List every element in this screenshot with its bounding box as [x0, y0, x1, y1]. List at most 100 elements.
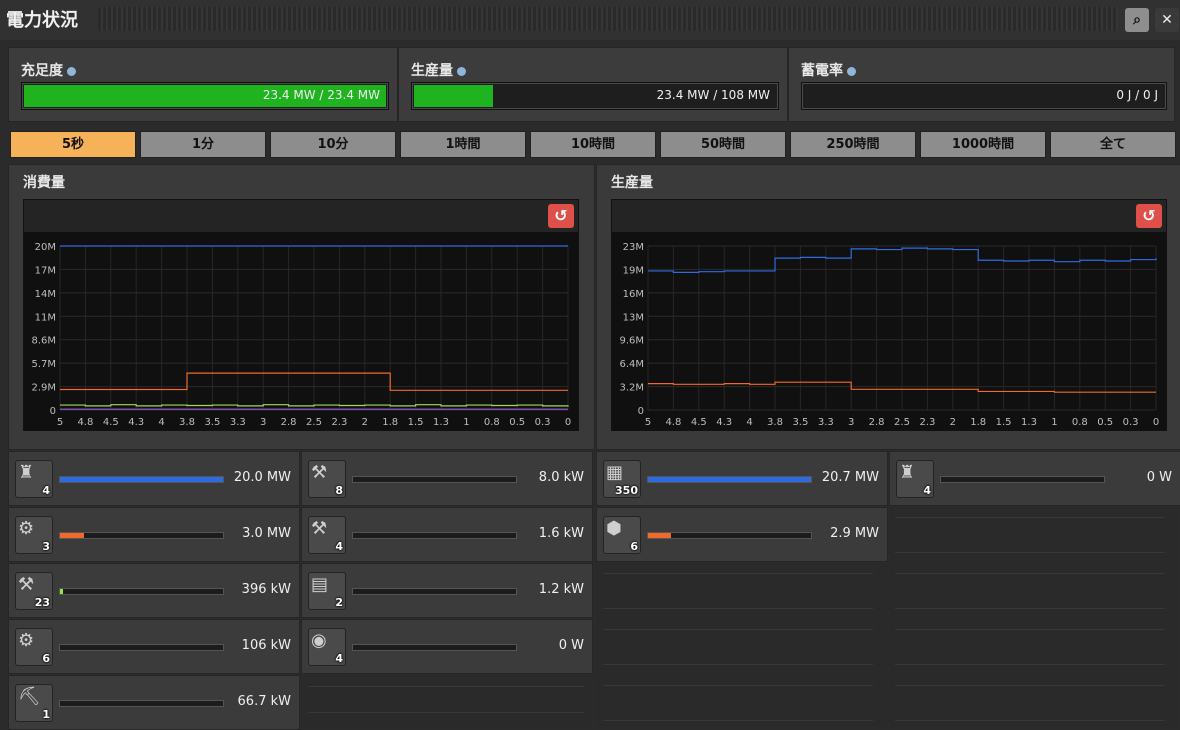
consumption-xtick-label: 0.5 — [509, 417, 525, 428]
tab-0[interactable]: 5秒 — [10, 131, 136, 158]
entity-count: 6 — [630, 540, 638, 553]
window-titlebar[interactable]: 電力状況 ⌕ ✕ — [0, 0, 1180, 40]
consumption-xtick-label: 1 — [463, 417, 469, 428]
tab-1[interactable]: 1分 — [140, 131, 266, 158]
consumption-chart: 20M17M14M11M8.6M5.7M2.9M05 4.8 4.5 4.3 4 3.8 3… — [31, 242, 571, 428]
satisfaction-label: 充足度 — [21, 60, 76, 80]
tab-4[interactable]: 10時間 — [530, 131, 656, 158]
power-value: 66.7 kW — [237, 694, 291, 709]
steam-engine-icon-glyph: ♜ — [899, 462, 916, 483]
accumulator-bar: 0 J / 0 J — [801, 82, 1167, 110]
inserter-icon[interactable]: ⚒ 8 — [308, 460, 346, 498]
title-drag-handle[interactable] — [98, 7, 1118, 31]
usage-bar-fill — [60, 589, 63, 594]
fast-inserter-icon[interactable]: ⚒ 4 — [308, 516, 346, 554]
consumption-xtick-label: 1.8 — [382, 417, 398, 428]
consumption-ytick-label: 14M — [35, 289, 56, 300]
tab-5[interactable]: 50時間 — [660, 131, 786, 158]
production-ytick-label: 9.6M — [619, 336, 644, 347]
accumulator-value: 0 J / 0 J — [1116, 88, 1158, 102]
consumer-row[interactable]: ⚙ 6 106 kW — [8, 619, 300, 674]
producer-row[interactable]: ▦ 350 20.7 MW — [596, 451, 888, 506]
power-value: 106 kW — [241, 638, 291, 653]
consumer-row[interactable]: ⚒ 4 1.6 kW — [301, 507, 593, 562]
tab-7[interactable]: 1000時間 — [920, 131, 1046, 158]
window-title: 電力状況 — [6, 10, 78, 31]
empty-row-divider — [895, 517, 1165, 518]
entity-count: 3 — [42, 540, 50, 553]
usage-bar — [352, 588, 517, 595]
consumption-ytick-label: 8.6M — [31, 336, 56, 347]
consumer-row[interactable]: ⚒ 8 8.0 kW — [301, 451, 593, 506]
production-ytick-label: 3.2M — [619, 383, 644, 394]
production-panel: 生産量 23.4 MW / 108 MW — [398, 47, 788, 122]
empty-row-divider — [895, 664, 1165, 665]
empty-row-divider — [603, 608, 873, 609]
info-icon[interactable] — [457, 66, 466, 76]
consumption-xtick-label: 4 — [158, 417, 164, 428]
usage-bar — [59, 644, 224, 651]
consumption-xtick-label: 4.5 — [103, 417, 119, 428]
assembler-icon-glyph: ⚙ — [18, 630, 35, 651]
consumption-xtick-label: 0.3 — [535, 417, 551, 428]
long-inserter-icon[interactable]: ⚒ 23 — [15, 572, 53, 610]
producer-row[interactable]: ♜ 4 0 W — [889, 451, 1180, 506]
production-xtick-label: 3 — [848, 417, 854, 428]
producer-row[interactable]: ⬢ 6 2.9 MW — [596, 507, 888, 562]
production-xtick-label: 2.8 — [869, 417, 885, 428]
consumer-row[interactable]: ▤ 2 1.2 kW — [301, 563, 593, 618]
production-xtick-label: 1.8 — [970, 417, 986, 428]
accumulator-icon-glyph: ⬢ — [606, 518, 622, 539]
long-inserter-icon-glyph: ⚒ — [18, 574, 35, 595]
production-xtick-label: 4.8 — [665, 417, 681, 428]
producer-empty-area — [596, 563, 888, 727]
consumer-row[interactable]: ♜ 4 20.0 MW — [8, 451, 300, 506]
production-xtick-label: 1.5 — [996, 417, 1012, 428]
info-icon[interactable] — [847, 66, 856, 76]
satisfaction-bar: 23.4 MW / 23.4 MW — [21, 82, 389, 110]
consumption-panel: 消費量 ↺ 20M 17M 14M 11M 8.6M 5.7M 2.9M 0 5 4.8 4.5 4.… — [8, 164, 595, 450]
entity-count: 4 — [335, 652, 343, 665]
empty-row-divider — [308, 686, 584, 687]
tab-8[interactable]: 全て — [1050, 131, 1176, 158]
power-value: 2.9 MW — [830, 526, 879, 541]
mining-drill-icon[interactable]: ⛏ 1 — [15, 684, 53, 722]
consumption-title: 消費量 — [23, 175, 65, 191]
reset-icon[interactable]: ↺ — [1136, 204, 1162, 228]
consumption-ytick-label: 5.7M — [31, 359, 56, 370]
close-icon[interactable]: ✕ — [1155, 8, 1179, 32]
assembler-icon[interactable]: ⚙ 6 — [15, 628, 53, 666]
info-icon[interactable] — [67, 66, 76, 76]
lab-icon[interactable]: ⚙ 3 — [15, 516, 53, 554]
engine-icon-glyph: ♜ — [18, 462, 35, 483]
tab-6[interactable]: 250時間 — [790, 131, 916, 158]
accumulator-panel: 蓄電率 0 J / 0 J — [788, 47, 1175, 122]
usage-bar-fill — [648, 533, 671, 538]
production-value: 23.4 MW / 108 MW — [656, 88, 770, 102]
production-label-text: 生産量 — [411, 63, 453, 79]
roboport-icon[interactable]: ▤ 2 — [308, 572, 346, 610]
consumer-row[interactable]: ⚙ 3 3.0 MW — [8, 507, 300, 562]
radar-icon[interactable]: ◉ 4 — [308, 628, 346, 666]
power-value: 3.0 MW — [242, 526, 291, 541]
accumulator-icon[interactable]: ⬢ 6 — [603, 516, 641, 554]
entity-count: 2 — [335, 596, 343, 609]
accumulator-label-text: 蓄電率 — [801, 63, 843, 79]
production-ytick-label: 16M — [623, 289, 644, 300]
engine-icon[interactable]: ♜ 4 — [15, 460, 53, 498]
production-ytick-label: 13M — [623, 312, 644, 323]
consumption-ytick-label: 0 — [50, 406, 56, 417]
consumer-row[interactable]: ⚒ 23 396 kW — [8, 563, 300, 618]
consumer-row[interactable]: ⛏ 1 66.7 kW — [8, 675, 300, 730]
production-ytick-label: 6.4M — [619, 359, 644, 370]
reset-icon[interactable]: ↺ — [548, 204, 574, 228]
steam-engine-icon[interactable]: ♜ 4 — [896, 460, 934, 498]
tab-3[interactable]: 1時間 — [400, 131, 526, 158]
mining-drill-icon-glyph: ⛏ — [18, 686, 41, 707]
solar-panel-icon[interactable]: ▦ 350 — [603, 460, 641, 498]
power-value: 20.0 MW — [233, 470, 291, 485]
consumer-row[interactable]: ◉ 4 0 W — [301, 619, 593, 674]
tab-2[interactable]: 10分 — [270, 131, 396, 158]
search-icon[interactable]: ⌕ — [1125, 8, 1149, 32]
usage-bar-fill — [648, 477, 811, 482]
